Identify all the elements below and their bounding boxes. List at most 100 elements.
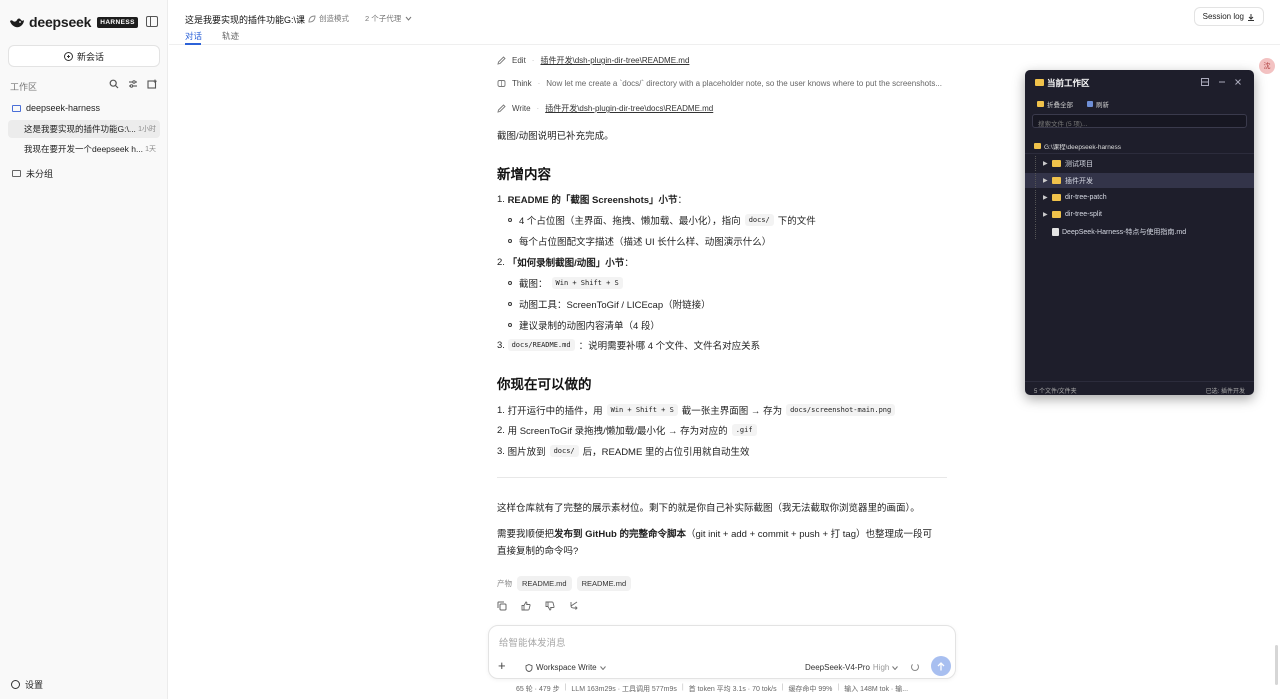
node-label: 插件开发 <box>1065 177 1093 185</box>
tool-target[interactable]: 插件开发\dsh-plugin-dir-tree\docs\README.md <box>545 103 713 114</box>
brand-logo[interactable]: deepseek HARNESS <box>9 14 138 30</box>
file-search-input[interactable]: 搜索文件 (5 项)... <box>1032 114 1247 128</box>
separator: | <box>564 684 567 691</box>
question-text: 需要我顺便把 <box>497 529 555 540</box>
question-bold: 发布到 GitHub 的完整命令脚本 <box>554 529 686 540</box>
thumbs-down-icon[interactable] <box>545 601 555 611</box>
sidebar-toggle-icon[interactable] <box>146 16 158 27</box>
list-number: 2. <box>497 424 508 436</box>
tool-call-think[interactable]: Think · Now let me create a `docs/` dire… <box>497 79 948 88</box>
tab-trace[interactable]: 轨迹 <box>222 30 239 42</box>
expand-arrow-icon[interactable]: ▶ <box>1043 177 1048 184</box>
copy-icon[interactable] <box>497 601 507 611</box>
settings-button[interactable]: 设置 <box>11 678 43 691</box>
header: 这是我要实现的插件功能G:\课 创造模式 2 个子代理 对话 轨迹 Sessio… <box>169 0 1280 45</box>
tool-call-edit[interactable]: Edit · 插件开发\dsh-plugin-dir-tree\README.m… <box>497 55 689 66</box>
session-title: 我现在要开发一个deepseek h... <box>24 144 144 154</box>
minimize-icon[interactable] <box>1218 78 1226 86</box>
list-item-title: README 的「截图 Screenshots」小节 <box>507 195 678 206</box>
tree-node-folder[interactable]: ▶ dir-tree-split <box>1025 207 1254 222</box>
list-item-colon: ： <box>677 195 688 206</box>
tree-guide <box>1035 207 1036 222</box>
artifact-chip[interactable]: README.md <box>576 576 632 591</box>
expand-arrow-icon[interactable]: ▶ <box>1043 194 1048 201</box>
workspace-label: 工作区 <box>10 82 38 92</box>
dock-icon[interactable] <box>1201 78 1209 86</box>
folder-icon <box>1052 194 1061 201</box>
tab-conversation[interactable]: 对话 <box>185 30 202 42</box>
divider <box>1025 153 1254 154</box>
list-item-3: 3. docs/README.md ：说明需要补哪 4 个文件、文件名对应关系 <box>497 338 760 352</box>
loading-spinner-icon <box>911 663 919 671</box>
expand-arrow-icon[interactable]: ▶ <box>1043 211 1048 218</box>
scrollbar[interactable] <box>1275 645 1278 685</box>
panel-title: 当前工作区 <box>1047 78 1090 88</box>
subitem-text: 动图工具：ScreenToGif / LICEcap（附链接） <box>519 300 711 311</box>
permission-dropdown[interactable]: Workspace Write <box>525 663 606 672</box>
tool-call-write[interactable]: Write · 插件开发\dsh-plugin-dir-tree\docs\RE… <box>497 103 713 114</box>
session-log-label: Session log <box>1202 12 1244 21</box>
message-actions <box>497 601 579 611</box>
filter-icon[interactable] <box>128 79 138 89</box>
refresh-button[interactable]: 刷新 <box>1087 99 1109 109</box>
subagent-dropdown[interactable]: 2 个子代理 <box>365 13 412 24</box>
tool-target[interactable]: 插件开发\dsh-plugin-dir-tree\README.md <box>540 55 689 66</box>
list-item-2: 2. 用 ScreenToGif 录拖拽/懒加载/最小化 → 存为对应的 .gi… <box>497 423 761 437</box>
group-label: deepseek-harness <box>26 103 101 113</box>
refresh-icon <box>1087 101 1093 107</box>
folder-icon <box>1037 101 1044 107</box>
session-item-active[interactable]: 这是我要实现的插件功能G:\... 1小时 <box>8 120 160 138</box>
folder-icon <box>1052 160 1061 167</box>
attach-plus-icon[interactable]: + <box>498 659 506 672</box>
inline-code: docs/README.md <box>507 339 575 351</box>
list-item-text: 打开运行中的插件，用 <box>507 406 603 417</box>
node-label: dir-tree-split <box>1065 211 1102 218</box>
panel-toolbar: 折叠全部 刷新 <box>1037 99 1109 109</box>
model-dropdown[interactable]: DeepSeek-V4-Pro High <box>805 663 899 672</box>
mode-indicator[interactable]: 创造模式 <box>308 13 349 24</box>
file-icon <box>1052 227 1059 236</box>
panel-header[interactable]: 当前工作区 <box>1025 70 1254 94</box>
tool-target: Now let me create a `docs/` directory wi… <box>546 79 942 88</box>
message-input[interactable]: 给智能体发消息 <box>499 635 566 649</box>
user-avatar[interactable]: 沈 <box>1259 58 1275 74</box>
active-tab-indicator <box>185 43 201 45</box>
tree-guide <box>1035 156 1036 171</box>
expand-arrow-icon[interactable]: ▶ <box>1043 160 1048 167</box>
artifact-chip[interactable]: README.md <box>517 576 572 591</box>
whale-icon <box>10 18 24 28</box>
bullet-icon <box>508 323 512 327</box>
list-subitem: 4 个占位图（主界面、拖拽、懒加载、最小化），指向 docs/ 下的文件 <box>508 213 816 227</box>
collapse-all-button[interactable]: 折叠全部 <box>1037 99 1073 109</box>
arrow-up-icon <box>937 661 945 670</box>
tree-node-folder-selected[interactable]: ▶ 插件开发 <box>1025 173 1254 188</box>
list-item-title: 「如何录制截图/动图」小节 <box>507 258 625 269</box>
selection-status: 已选: 插件开发 <box>1205 389 1245 395</box>
session-log-button[interactable]: Session log <box>1193 7 1264 26</box>
tree-node-file[interactable]: DeepSeek-Harness-特点与使用指南.md <box>1025 224 1254 239</box>
folder-icon <box>1034 143 1041 149</box>
new-chat-label: 新会话 <box>76 51 104 62</box>
workspace-group-ungrouped[interactable]: 未分组 <box>12 167 53 180</box>
message-question-line2: 直接复制的命令吗? <box>497 546 579 557</box>
workspace-group-deepseek-harness[interactable]: deepseek-harness <box>12 103 100 113</box>
close-icon[interactable] <box>1234 78 1242 86</box>
new-folder-icon[interactable] <box>147 79 157 89</box>
message-question: 需要我顺便把发布到 GitHub 的完整命令脚本（git init + add … <box>497 526 932 540</box>
folder-icon <box>1052 211 1061 218</box>
branch-icon[interactable] <box>569 601 579 611</box>
tree-node-folder[interactable]: ▶ 测试项目 <box>1025 156 1254 171</box>
list-item-colon: ： <box>624 258 634 269</box>
send-button[interactable] <box>931 656 951 676</box>
inline-code: .gif <box>731 424 757 436</box>
session-item[interactable]: 我现在要开发一个deepseek h... 1天 <box>8 140 160 158</box>
new-chat-button[interactable]: 新会话 <box>8 45 160 67</box>
thumbs-up-icon[interactable] <box>521 601 531 611</box>
tree-node-folder[interactable]: ▶ dir-tree-patch <box>1025 190 1254 205</box>
bullet-icon <box>508 302 512 306</box>
search-icon[interactable] <box>109 79 119 89</box>
subitem-text: 每个占位图配文字描述（描述 UI 长什么样、动图演示什么） <box>519 237 772 248</box>
session-time: 1天 <box>145 146 156 153</box>
mode-label: 创造模式 <box>319 14 349 23</box>
list-item-text: 后，README 里的占位引用就自动生效 <box>582 447 750 458</box>
